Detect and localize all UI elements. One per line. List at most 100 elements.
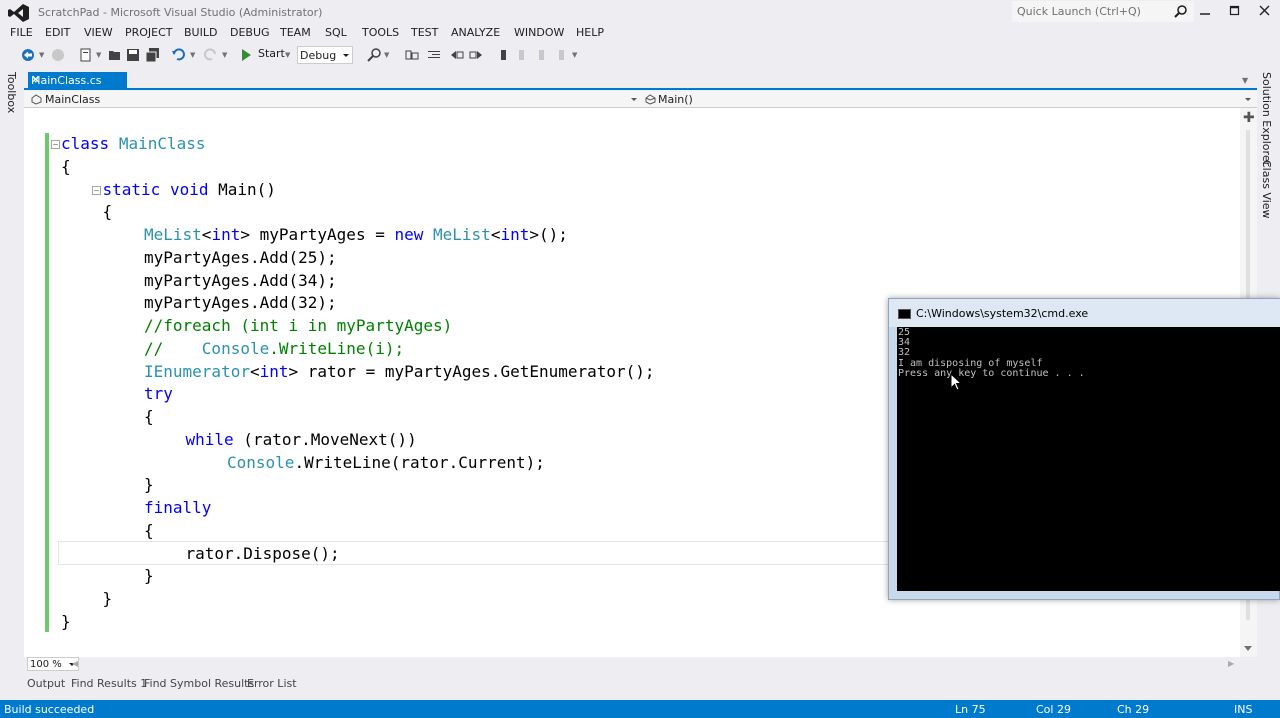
chevron-down-icon[interactable]: ▼ <box>222 51 227 59</box>
maximize-icon <box>1229 5 1240 16</box>
redo-icon[interactable] <box>202 47 218 63</box>
tab-label: MainClass.cs <box>31 74 102 87</box>
code-token: // <box>144 338 202 358</box>
toolbox-tab[interactable]: Toolbox <box>5 72 18 113</box>
class-view-tab[interactable]: Class View <box>1260 160 1273 219</box>
code-line: class MainClass <box>61 133 206 155</box>
code-token: //foreach (int i in myPartyAges) <box>144 316 453 335</box>
code-token: { <box>144 520 154 540</box>
class-icon <box>31 94 42 105</box>
split-window-icon[interactable]: ✚ <box>1243 110 1255 126</box>
code-token: MainClass <box>118 134 206 153</box>
search-icon <box>1174 5 1187 18</box>
bookmark-prev-icon[interactable] <box>449 47 465 63</box>
tab-find-results-1[interactable]: Find Results 1 <box>71 677 147 690</box>
open-file-icon[interactable] <box>107 47 123 63</box>
close-tab-icon[interactable]: ✕ <box>31 74 40 86</box>
console-line: Press any key to continue . . . <box>898 368 1085 379</box>
menu-build[interactable]: BUILD <box>184 26 217 39</box>
tool-window-tabs: Output Find Results 1 Find Symbol Result… <box>0 672 1280 700</box>
save-all-icon[interactable] <box>145 47 161 63</box>
code-token: Main() <box>208 179 276 199</box>
menu-test[interactable]: TEST <box>411 26 438 39</box>
format-align-icon[interactable] <box>404 47 420 63</box>
toggle-bookmark-icon[interactable] <box>496 47 512 63</box>
method-icon <box>645 94 656 105</box>
code-token: int <box>211 225 241 244</box>
tab-mainclass-cs[interactable]: MainClass.cs ✕ <box>28 72 127 90</box>
standard-toolbar: ▼ ▼ ▼ ▼ Start ▼ Debug ▼ ▼ <box>0 44 1280 66</box>
menu-project[interactable]: PROJECT <box>125 26 173 39</box>
maximize-button[interactable] <box>1220 0 1250 22</box>
chevron-down-icon[interactable]: ▼ <box>96 51 101 59</box>
find-in-files-icon[interactable] <box>366 47 382 63</box>
menu-debug[interactable]: DEBUG <box>230 26 270 39</box>
start-label: Start <box>258 47 285 60</box>
chevron-down-icon[interactable]: ▼ <box>285 51 290 59</box>
menu-team[interactable]: TEAM <box>280 26 311 39</box>
tab-error-list[interactable]: Error List <box>247 677 297 690</box>
code-token: .WriteLine(i); <box>269 338 405 358</box>
code-line: IEnumerator<int> rator = myPartyAges.Get… <box>144 361 655 383</box>
type-dropdown[interactable]: MainClass <box>27 91 640 108</box>
close-window-button[interactable] <box>1250 0 1280 22</box>
status-message: Build succeeded <box>4 703 95 716</box>
code-token: void <box>169 179 209 199</box>
zoom-value: 100 % <box>30 659 62 670</box>
solution-explorer-tab[interactable]: Solution Explorer <box>1260 72 1273 166</box>
code-token: >(); <box>529 225 568 244</box>
navigate-back-icon[interactable] <box>20 47 36 63</box>
collapse-class-icon[interactable] <box>51 140 60 149</box>
bookmark-next-icon[interactable] <box>468 47 484 63</box>
code-token: } <box>102 589 113 608</box>
collapse-method-icon[interactable] <box>92 186 101 195</box>
menu-tools[interactable]: TOOLS <box>362 26 399 39</box>
scroll-left-icon[interactable]: ◀ <box>72 659 78 668</box>
configuration-value: Debug <box>300 49 337 62</box>
solution-configuration-select[interactable]: Debug <box>297 46 353 64</box>
code-token: { <box>102 202 113 222</box>
member-dropdown[interactable]: Main() <box>642 91 1252 108</box>
new-project-icon[interactable] <box>78 47 94 63</box>
outdent-icon[interactable] <box>426 47 442 63</box>
code-line: } <box>144 565 154 587</box>
console-window[interactable]: C:\Windows\system32\cmd.exe 25 34 32 I a… <box>888 298 1280 600</box>
menu-window[interactable]: WINDOW <box>514 26 564 39</box>
code-token: finally <box>144 498 212 517</box>
minimize-button[interactable] <box>1190 0 1220 22</box>
code-line: while (rator.MoveNext()) <box>186 429 417 451</box>
code-line: finally <box>144 497 211 519</box>
menu-edit[interactable]: EDIT <box>45 26 70 39</box>
save-icon[interactable] <box>125 47 141 63</box>
undo-icon[interactable] <box>171 47 187 63</box>
chevron-down-icon[interactable]: ▼ <box>572 51 577 59</box>
status-character: Ch 29 <box>1117 703 1150 716</box>
menu-file[interactable]: FILE <box>10 26 33 39</box>
scroll-down-icon[interactable] <box>1244 646 1252 651</box>
status-bar: Build succeeded Ln 75 Col 29 Ch 29 INS <box>0 700 1280 718</box>
member-dropdown-value: Main() <box>658 93 693 106</box>
scroll-right-icon[interactable]: ▶ <box>1228 659 1234 668</box>
console-title-bar[interactable]: C:\Windows\system32\cmd.exe <box>889 299 1280 327</box>
chevron-down-icon[interactable]: ▼ <box>39 51 44 59</box>
menu-analyze[interactable]: ANALYZE <box>451 26 500 39</box>
chevron-down-icon[interactable]: ▼ <box>384 51 389 59</box>
quick-launch-input[interactable]: Quick Launch (Ctrl+Q) <box>1012 1 1194 22</box>
clear-bookmarks-icon <box>559 50 564 60</box>
menu-help[interactable]: HELP <box>576 26 604 39</box>
bookmark-prev-disabled-icon <box>519 50 524 60</box>
tab-overflow-icon[interactable]: ▼ <box>1242 76 1248 85</box>
vs-window: ScratchPad - Microsoft Visual Studio (Ad… <box>0 0 1280 718</box>
menu-sql[interactable]: SQL <box>325 26 347 39</box>
code-line: // Console.WriteLine(i); <box>144 338 404 360</box>
tab-find-symbol-results[interactable]: Find Symbol Results <box>144 677 254 690</box>
menu-view[interactable]: VIEW <box>84 26 113 39</box>
chevron-down-icon[interactable]: ▼ <box>190 51 195 59</box>
navigate-forward-icon[interactable] <box>50 47 66 63</box>
console-output[interactable]: 25 34 32 I am disposing of myself Press … <box>897 327 1280 591</box>
tab-output[interactable]: Output <box>27 677 65 690</box>
code-token: MeList <box>144 225 202 244</box>
play-icon <box>242 49 251 61</box>
